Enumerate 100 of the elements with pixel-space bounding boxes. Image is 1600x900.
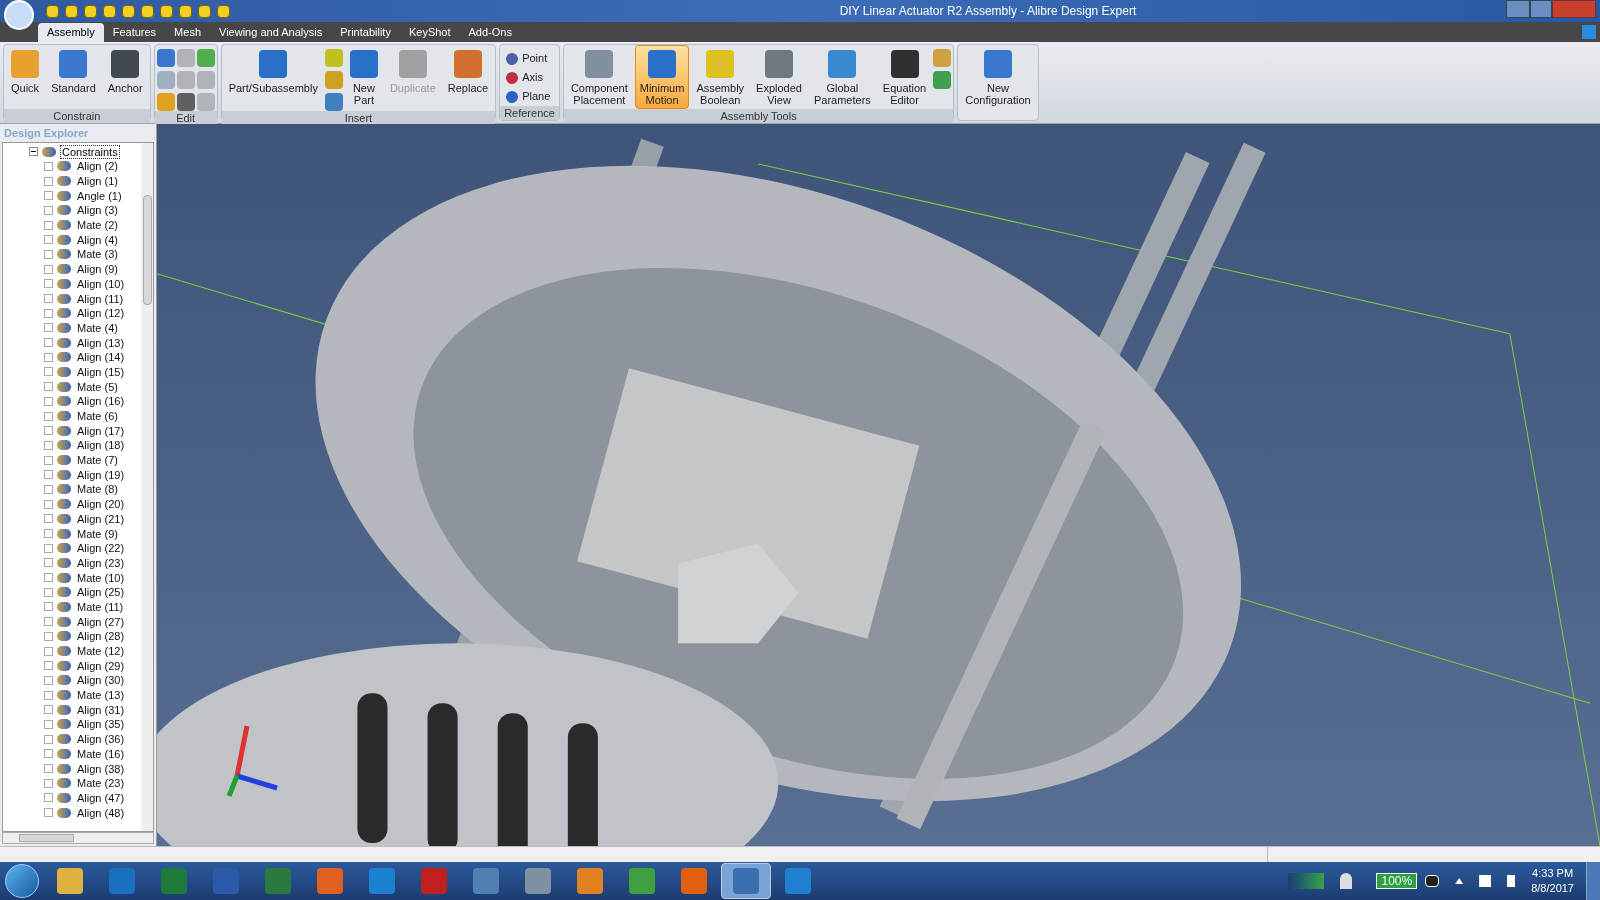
tree-item[interactable]: Mate (4) [75, 320, 120, 335]
ribbon-tab[interactable]: Printability [331, 23, 400, 42]
tree-item[interactable]: Align (48) [75, 805, 127, 820]
constraint-icon [57, 807, 71, 818]
tree-item[interactable]: Align (2) [75, 159, 120, 174]
toolbar-icon[interactable] [198, 4, 211, 18]
tree-item[interactable]: Mate (8) [75, 482, 120, 497]
tree-item[interactable]: Align (47) [75, 790, 127, 805]
toolbar-icon[interactable] [160, 4, 173, 18]
tool-icon[interactable] [196, 49, 215, 67]
ribbon-tab[interactable]: Mesh [165, 23, 210, 42]
tree-item[interactable]: Align (10) [75, 276, 127, 291]
tree-item[interactable]: Align (25) [75, 585, 127, 600]
ribbon-button[interactable]: Quick [6, 45, 45, 109]
tree-item[interactable]: Mate (12) [75, 644, 127, 659]
horizontal-scrollbar[interactable] [2, 832, 154, 844]
tree-item[interactable]: Mate (13) [75, 688, 127, 703]
tool-icon[interactable] [933, 71, 952, 89]
ribbon-button[interactable]: Exploded View [751, 45, 807, 109]
show-desktop-button[interactable] [1586, 862, 1600, 900]
tree-item[interactable]: Mate (3) [75, 247, 120, 262]
toolbar-icon[interactable] [65, 4, 78, 18]
network-signal-icon[interactable] [1288, 873, 1325, 889]
tree-item[interactable]: Align (35) [75, 717, 127, 732]
toolbar-icon[interactable] [217, 4, 230, 18]
tree-item[interactable]: Align (22) [75, 541, 127, 556]
tool-icon[interactable] [324, 93, 343, 111]
tool-icon[interactable] [156, 49, 175, 67]
constraint-icon [57, 425, 71, 436]
tree-item[interactable]: Align (28) [75, 629, 127, 644]
tree-item[interactable]: Constraints [60, 144, 120, 159]
tree-item[interactable]: Align (23) [75, 555, 127, 570]
tree-item[interactable]: Align (19) [75, 467, 127, 482]
tree-item[interactable]: Align (29) [75, 658, 127, 673]
ribbon-tab[interactable]: Features [103, 23, 166, 42]
tree-item[interactable]: Align (31) [75, 702, 127, 717]
tree-item[interactable]: Angle (1) [75, 188, 124, 203]
tree-item[interactable]: Align (27) [75, 614, 127, 629]
tree-item[interactable]: Align (4) [75, 232, 120, 247]
tree-item[interactable]: Mate (11) [75, 599, 126, 614]
ribbon-button[interactable]: New Configuration [960, 45, 1036, 109]
ribbon-tab[interactable]: KeyShot [399, 23, 460, 42]
tree-item[interactable]: Mate (9) [75, 526, 120, 541]
tree-item[interactable]: Align (11) [75, 291, 126, 306]
tree-item[interactable]: Align (15) [75, 364, 127, 379]
tool-icon[interactable] [176, 93, 195, 111]
tree-item[interactable]: Mate (2) [75, 218, 120, 233]
tree-item[interactable]: Mate (10) [75, 570, 127, 585]
tree-item[interactable]: Align (14) [75, 350, 127, 365]
tree-item[interactable]: Align (17) [75, 423, 127, 438]
toolbar-icon[interactable] [46, 4, 59, 18]
tree-item[interactable]: Align (21) [75, 511, 127, 526]
ribbon-button[interactable]: Equation Editor [877, 45, 932, 109]
tree-item[interactable]: Align (13) [75, 335, 127, 350]
minimize-icon[interactable] [1506, 0, 1530, 18]
ribbon-tab[interactable]: Viewing and Analysis [210, 23, 332, 42]
tree-item[interactable]: Align (30) [75, 673, 127, 688]
ribbon-button[interactable]: Axis [502, 68, 555, 87]
tree-item[interactable]: Align (1) [75, 174, 120, 189]
ribbon-button[interactable]: Replace [442, 45, 494, 109]
tree-item[interactable]: Mate (5) [75, 379, 120, 394]
ribbon-button[interactable]: Component Placement [565, 45, 633, 109]
tree-item[interactable]: Mate (23) [75, 776, 127, 791]
vertical-scrollbar[interactable] [141, 143, 153, 831]
toolbar-icon[interactable] [84, 4, 97, 18]
ribbon-button[interactable]: Plane [502, 87, 555, 106]
tree-item[interactable]: Align (20) [75, 497, 127, 512]
ribbon-button[interactable]: Anchor [102, 45, 148, 109]
caret-icon[interactable] [1455, 878, 1464, 884]
clock-date[interactable]: 8/8/2017 [1531, 881, 1574, 896]
collapse-icon[interactable] [29, 147, 38, 156]
ribbon-button[interactable]: Minimum Motion [634, 45, 690, 109]
tree-item[interactable]: Align (12) [75, 306, 127, 321]
taskbar-app[interactable] [721, 863, 771, 899]
ribbon-button[interactable]: Assembly Boolean [691, 45, 750, 109]
ribbon-tab[interactable]: Add-Ons [459, 23, 521, 42]
toolbar-icon[interactable] [141, 4, 154, 18]
start-button[interactable] [5, 864, 39, 898]
clock-time[interactable]: 4:33 PM [1532, 866, 1574, 881]
ribbon-button[interactable]: Part/Subassembly [223, 45, 323, 109]
close-icon[interactable] [1552, 0, 1596, 18]
tree-item[interactable]: Align (38) [75, 761, 127, 776]
tree-item[interactable]: Mate (6) [75, 409, 120, 424]
tree-item[interactable]: Align (36) [75, 732, 127, 747]
toolbar-icon[interactable] [179, 4, 192, 18]
toolbar-icon[interactable] [103, 4, 116, 18]
tree-item[interactable]: Align (9) [75, 262, 120, 277]
ribbon-button[interactable]: Point [502, 49, 555, 68]
ribbon-button[interactable]: Global Parameters [808, 45, 876, 109]
ribbon-tab[interactable]: Assembly [38, 23, 104, 42]
tree-item[interactable]: Mate (7) [75, 453, 120, 468]
ribbon-button[interactable]: New Part [344, 45, 383, 109]
tree-item[interactable]: Align (16) [75, 394, 127, 409]
tree-item[interactable]: Mate (16) [75, 746, 127, 761]
ribbon-button[interactable]: Standard [46, 45, 101, 109]
app-logo-icon[interactable] [4, 0, 34, 30]
tree-item[interactable]: Align (3) [75, 203, 120, 218]
toolbar-icon[interactable] [122, 4, 135, 18]
tree-item[interactable]: Align (18) [75, 438, 127, 453]
maximize-icon[interactable] [1530, 0, 1552, 18]
